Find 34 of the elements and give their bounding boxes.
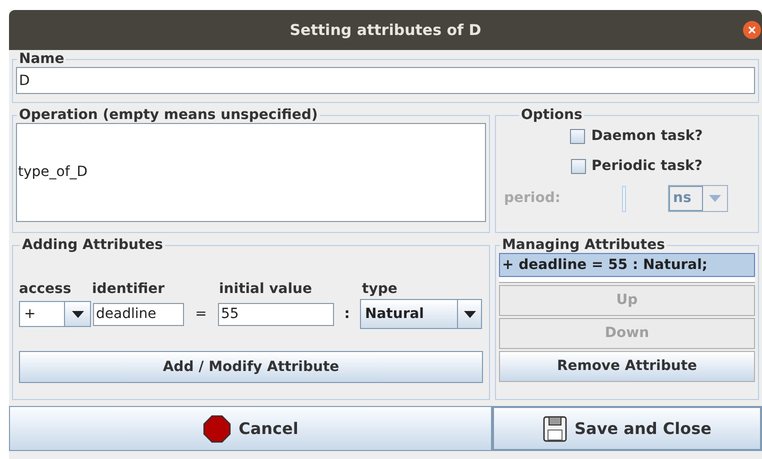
cancel-button[interactable]: Cancel: [9, 406, 492, 451]
type-dropdown[interactable]: Natural: [360, 299, 482, 329]
initial-value-field[interactable]: 55: [218, 302, 334, 326]
group-label: Managing Attributes: [501, 237, 666, 253]
colon-sign: :: [343, 304, 351, 324]
close-icon: [748, 26, 756, 34]
add-modify-button[interactable]: Add / Modify Attribute: [19, 351, 483, 383]
access-dropdown[interactable]: +: [19, 301, 91, 327]
window-title: Setting attributes of D: [290, 20, 482, 41]
initial-value-label: initial value: [219, 281, 312, 297]
caret-icon: [464, 310, 476, 318]
checkbox[interactable]: [570, 159, 586, 174]
group-label: Options: [520, 107, 584, 123]
access-label: access: [19, 281, 72, 297]
close-button[interactable]: [743, 21, 761, 39]
checkbox-label: Daemon task?: [591, 127, 703, 146]
save-button[interactable]: Save and Close: [492, 406, 762, 451]
period-label: period:: [504, 189, 562, 208]
group-label: Operation (empty means unspecified): [18, 107, 319, 123]
type-label: type: [362, 281, 398, 297]
operation-field[interactable]: type_of_D: [16, 123, 486, 222]
caret-icon: [72, 310, 84, 318]
checkbox-label: Periodic task?: [592, 157, 702, 176]
checkbox[interactable]: [570, 129, 586, 144]
stop-icon: [202, 414, 231, 442]
attribute-button[interactable]: Remove Attribute: [499, 351, 755, 382]
identifier-label: identifier: [92, 281, 165, 297]
equals-sign: =: [194, 304, 208, 324]
group-label: Adding Attributes: [21, 237, 164, 253]
identifier-field[interactable]: deadline: [93, 302, 184, 326]
name-field[interactable]: D: [16, 67, 755, 94]
group-label: Name: [18, 51, 66, 67]
attribute-item[interactable]: + deadline = 55 : Natural;: [499, 253, 755, 277]
caret-icon: [709, 195, 721, 202]
